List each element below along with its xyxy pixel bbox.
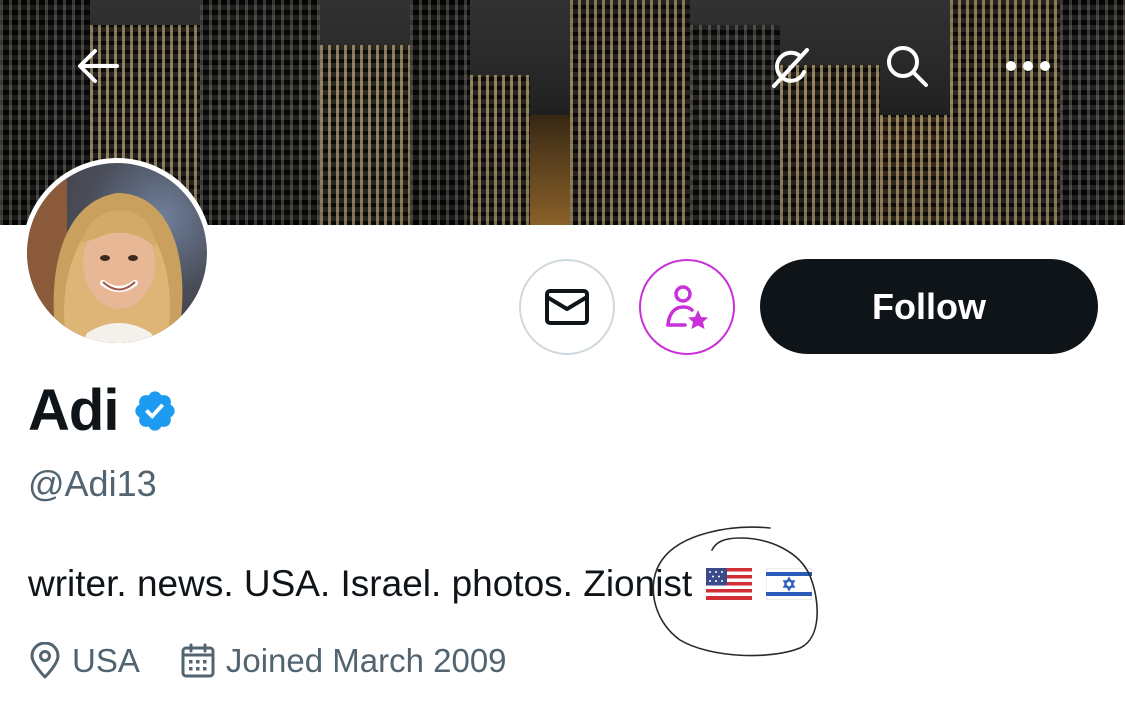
calendar-icon bbox=[181, 643, 215, 678]
grok-button[interactable] bbox=[760, 38, 820, 98]
message-button[interactable] bbox=[519, 259, 615, 355]
more-horizontal-icon bbox=[1006, 61, 1050, 71]
more-button[interactable] bbox=[998, 36, 1058, 96]
joined-item: Joined March 2009 bbox=[180, 642, 507, 680]
location-pin-icon bbox=[30, 642, 60, 679]
verified-badge-icon[interactable] bbox=[132, 388, 178, 434]
envelope-icon bbox=[545, 289, 589, 325]
search-button[interactable] bbox=[877, 36, 937, 96]
location-item: USA bbox=[28, 642, 140, 680]
flag-israel-icon bbox=[766, 568, 813, 600]
profile-handle: @Adi13 bbox=[28, 463, 157, 504]
profile-meta: USA Joined March 2009 bbox=[28, 642, 507, 680]
avatar-portrait bbox=[27, 163, 183, 343]
flag-usa-icon bbox=[706, 568, 753, 600]
profile-name-row: Adi bbox=[28, 378, 178, 444]
location-text: USA bbox=[72, 642, 140, 679]
profile-avatar[interactable] bbox=[22, 158, 212, 348]
display-name: Adi bbox=[28, 378, 119, 443]
search-icon bbox=[887, 46, 928, 87]
subscribe-button[interactable] bbox=[639, 259, 735, 355]
joined-text: Joined March 2009 bbox=[225, 642, 507, 679]
avatar-photo bbox=[27, 163, 207, 343]
follow-button[interactable]: Follow bbox=[760, 259, 1098, 354]
grok-icon bbox=[772, 48, 809, 88]
back-button[interactable] bbox=[67, 36, 127, 96]
bio-text: writer. news. USA. Israel. photos. Zioni… bbox=[28, 563, 693, 604]
profile-bio: writer. news. USA. Israel. photos. Zioni… bbox=[28, 563, 813, 605]
arrow-left-icon bbox=[78, 49, 119, 83]
person-star-icon bbox=[666, 285, 708, 329]
